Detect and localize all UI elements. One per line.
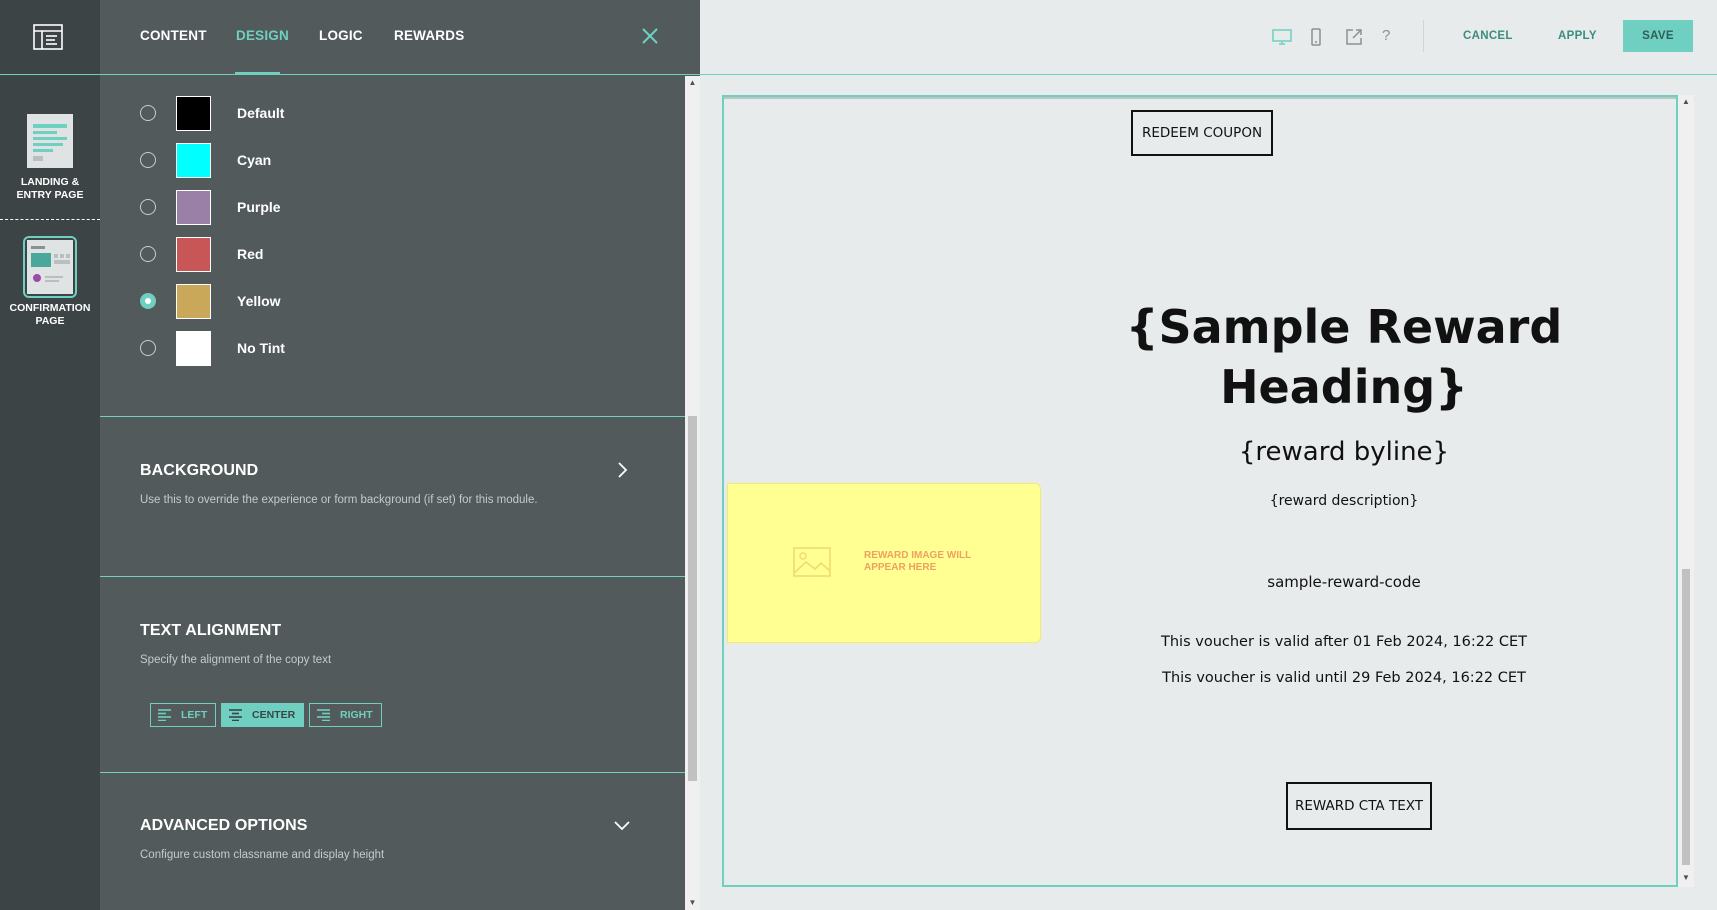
reward-cta-button[interactable]: REWARD CTA TEXT xyxy=(1286,782,1432,830)
apply-button[interactable]: APPLY xyxy=(1558,30,1597,42)
panel-scroll-thumb[interactable] xyxy=(688,416,697,781)
help-icon[interactable]: ? xyxy=(1382,27,1402,47)
section-divider xyxy=(100,576,685,577)
tint-label-cyan: Cyan xyxy=(237,152,272,168)
align-center-icon xyxy=(229,709,242,721)
reward-heading: {Sample Reward Heading} xyxy=(1125,300,1563,414)
tint-swatch-default xyxy=(176,96,211,131)
preview-canvas: REDEEM COUPON {Sample Reward Heading} {r… xyxy=(722,95,1678,887)
section-divider xyxy=(100,772,685,773)
confirmation-page-label-2: PAGE xyxy=(35,315,65,327)
landing-page-label-1: LANDING & xyxy=(20,176,80,188)
reward-byline: {reward byline} xyxy=(1238,437,1450,467)
preview-scrollbar[interactable]: ▲ ▼ xyxy=(1678,95,1694,887)
scroll-up-icon[interactable]: ▲ xyxy=(1681,97,1691,106)
redeem-coupon-button[interactable]: REDEEM COUPON xyxy=(1131,110,1273,156)
tint-swatch-no-tint xyxy=(176,331,211,366)
tint-option-red[interactable]: Red xyxy=(140,235,540,272)
scroll-down-icon[interactable]: ▼ xyxy=(1681,873,1691,882)
tint-radio-cyan[interactable] xyxy=(140,152,156,168)
preview-scroll-thumb[interactable] xyxy=(1682,569,1690,865)
image-icon xyxy=(793,547,831,577)
text-alignment-title: TEXT ALIGNMENT xyxy=(140,622,282,639)
tint-swatch-cyan xyxy=(176,143,211,178)
tint-radio-no-tint[interactable] xyxy=(140,340,156,356)
tint-radio-yellow[interactable] xyxy=(140,293,156,309)
section-divider xyxy=(100,416,685,417)
preview-toolbar: ? CANCEL APPLY SAVE xyxy=(700,0,1717,75)
tint-label-default: Default xyxy=(237,105,285,121)
align-right-icon xyxy=(317,709,330,721)
advanced-options-title: ADVANCED OPTIONS xyxy=(140,817,308,834)
panel-scrollbar[interactable]: ▲ ▼ xyxy=(685,76,700,910)
tint-radio-default[interactable] xyxy=(140,105,156,121)
confirmation-page-item[interactable]: CONFIRMATION PAGE xyxy=(0,236,100,328)
open-external-icon[interactable] xyxy=(1344,27,1364,47)
chevron-right-icon[interactable] xyxy=(613,461,631,479)
confirmation-page-label-1: CONFIRMATION xyxy=(9,302,91,314)
toolbar-separator xyxy=(1423,20,1424,52)
landing-page-thumbnail xyxy=(27,114,73,168)
close-icon[interactable] xyxy=(640,26,660,46)
align-left-label: LEFT xyxy=(181,709,208,721)
tint-swatch-red xyxy=(176,237,211,272)
tint-option-yellow[interactable]: Yellow xyxy=(140,282,540,319)
tint-option-cyan[interactable]: Cyan xyxy=(140,141,540,178)
tint-radio-purple[interactable] xyxy=(140,199,156,215)
tint-label-purple: Purple xyxy=(237,199,281,215)
layout-editor-icon[interactable] xyxy=(33,24,63,50)
text-alignment-description: Specify the alignment of the copy text xyxy=(140,654,332,666)
tint-radio-red[interactable] xyxy=(140,246,156,262)
reward-image-placeholder-text: REWARD IMAGE WILL APPEAR HERE xyxy=(864,550,972,573)
preview-frame-top xyxy=(724,97,1676,99)
mobile-view-icon[interactable] xyxy=(1306,27,1326,47)
landing-page-label-2: ENTRY PAGE xyxy=(16,189,84,201)
align-left-icon xyxy=(158,709,171,721)
rail-divider xyxy=(0,74,100,75)
valid-until-text: This voucher is valid until 29 Feb 2024,… xyxy=(1162,670,1526,686)
align-center-button[interactable]: CENTER xyxy=(221,703,305,727)
tab-design[interactable]: DESIGN xyxy=(236,28,289,43)
settings-panel: CONTENT DESIGN LOGIC REWARDS Default Cya… xyxy=(100,0,700,910)
tab-logic[interactable]: LOGIC xyxy=(319,28,363,43)
tint-label-no-tint: No Tint xyxy=(237,340,285,356)
rail-dashed-divider xyxy=(0,219,100,220)
tint-option-no-tint[interactable]: No Tint xyxy=(140,329,540,366)
valid-after-text: This voucher is valid after 01 Feb 2024,… xyxy=(1161,634,1527,650)
align-right-button[interactable]: RIGHT xyxy=(309,703,382,727)
chevron-down-icon[interactable] xyxy=(613,816,631,834)
tint-label-yellow: Yellow xyxy=(237,293,281,309)
reward-image-placeholder: REWARD IMAGE WILL APPEAR HERE xyxy=(727,483,1041,643)
page-rail: LANDING & ENTRY PAGE CONFIRMATION PAGE xyxy=(0,0,100,910)
tint-option-purple[interactable]: Purple xyxy=(140,188,540,225)
tab-content[interactable]: CONTENT xyxy=(140,28,207,43)
desktop-view-icon[interactable] xyxy=(1272,27,1292,47)
advanced-options-description: Configure custom classname and display h… xyxy=(140,849,385,861)
tint-swatch-yellow xyxy=(176,284,211,319)
align-right-label: RIGHT xyxy=(340,709,373,721)
cancel-button[interactable]: CANCEL xyxy=(1463,30,1513,42)
tab-rewards[interactable]: REWARDS xyxy=(394,28,464,43)
save-button[interactable]: SAVE xyxy=(1623,20,1693,52)
tint-label-red: Red xyxy=(237,246,264,262)
landing-entry-page-item[interactable]: LANDING & ENTRY PAGE xyxy=(0,114,100,202)
reward-code: sample-reward-code xyxy=(1267,573,1421,591)
background-description: Use this to override the experience or f… xyxy=(140,494,538,506)
align-left-button[interactable]: LEFT xyxy=(150,703,217,727)
panel-header: CONTENT DESIGN LOGIC REWARDS xyxy=(100,0,700,75)
tint-option-default[interactable]: Default xyxy=(140,94,540,131)
active-tab-indicator xyxy=(235,72,280,75)
confirmation-page-thumbnail xyxy=(23,236,77,298)
scroll-up-icon[interactable]: ▲ xyxy=(688,78,697,87)
scroll-down-icon[interactable]: ▼ xyxy=(688,898,697,907)
panel-scroll-area: Default Cyan Purple Red Yellow No Tint B… xyxy=(100,76,685,910)
background-title: BACKGROUND xyxy=(140,462,259,479)
reward-description: {reward description} xyxy=(1269,493,1419,509)
tint-swatch-purple xyxy=(176,190,211,225)
align-center-label: CENTER xyxy=(252,709,296,721)
